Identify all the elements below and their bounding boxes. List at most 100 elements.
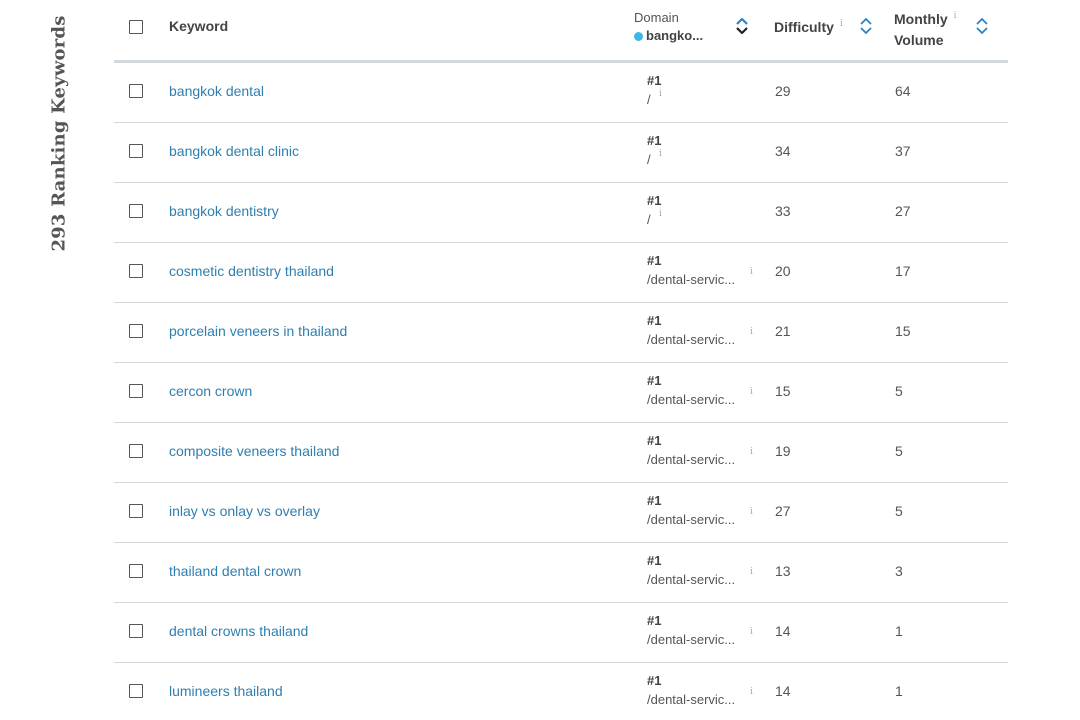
domain-name-wrap: bangko... [634,27,703,45]
row-checkbox[interactable] [129,384,143,398]
volume-sort-icon[interactable] [975,16,989,36]
ranking-url[interactable]: /dental-servic... [647,330,735,349]
row-checkbox[interactable] [129,564,143,578]
row-checkbox[interactable] [129,264,143,278]
difficulty-label: Difficulty [774,19,834,35]
volume-value: 37 [895,143,911,159]
url-info-icon[interactable]: i [750,267,753,277]
keyword-link[interactable]: bangkok dental clinic [169,143,299,159]
volume-value: 5 [895,503,903,519]
table-row: cosmetic dentistry thailand #1/dental-ser… [114,243,1008,303]
volume-value: 15 [895,323,911,339]
position-cell: #1/dental-servic... [647,311,735,349]
difficulty-value: 33 [775,203,791,219]
rank-value: #1 [647,613,662,628]
ranking-url[interactable]: /dental-servic... [647,570,735,589]
rank-value: #1 [647,253,662,268]
keyword-link[interactable]: inlay vs onlay vs overlay [169,503,320,519]
url-info-icon[interactable]: i [750,327,753,337]
position-cell: #1/dental-servic... [647,251,735,289]
difficulty-info-icon[interactable]: i [840,19,843,29]
volume-value: 1 [895,683,903,699]
url-info-icon[interactable]: i [750,687,753,697]
rank-value: #1 [647,193,662,208]
domain-dot-icon [634,31,643,41]
volume-value: 1 [895,623,903,639]
table-row: inlay vs onlay vs overlay #1/dental-servi… [114,483,1008,543]
keyword-link[interactable]: bangkok dental [169,83,264,99]
rank-value: #1 [647,373,662,388]
difficulty-value: 14 [775,623,791,639]
row-checkbox[interactable] [129,684,143,698]
volume-value: 3 [895,563,903,579]
table-row: porcelain veneers in thailand #1/dental-s… [114,303,1008,363]
ranking-keywords-title: 293 Ranking Keywords [47,15,71,251]
ranking-url[interactable]: /dental-servic... [647,510,735,529]
position-cell: #1/dental-servic... [647,551,735,589]
ranking-url[interactable]: /dental-servic... [647,450,735,469]
keyword-link[interactable]: cosmetic dentistry thailand [169,263,334,279]
rank-value: #1 [647,133,662,148]
url-info-icon[interactable]: i [750,627,753,637]
volume-value: 17 [895,263,911,279]
row-checkbox[interactable] [129,144,143,158]
url-info-icon[interactable]: i [659,149,662,159]
difficulty-value: 20 [775,263,791,279]
ranking-keywords-page: 293 Ranking Keywords Keyword Domain bang… [0,0,1080,720]
url-info-icon[interactable]: i [659,89,662,99]
keyword-link[interactable]: lumineers thailand [169,683,283,699]
table-row: composite veneers thailand #1/dental-serv… [114,423,1008,483]
difficulty-column-header[interactable]: Difficulty i [774,19,843,35]
domain-sort-icon[interactable] [735,16,749,36]
volume-label-line2: Volume [894,32,944,48]
position-cell: #1/dental-servic... [647,671,735,709]
volume-column-header[interactable]: Monthly i Volume [894,10,957,49]
position-cell: #1/dental-servic... [647,431,735,469]
table-row: bangkok dentistry #1/i 33 27 [114,183,1008,243]
row-checkbox[interactable] [129,504,143,518]
keyword-link[interactable]: cercon crown [169,383,252,399]
keyword-link[interactable]: dental crowns thailand [169,623,308,639]
difficulty-sort-icon[interactable] [859,16,873,36]
url-info-icon[interactable]: i [750,447,753,457]
url-info-icon[interactable]: i [750,387,753,397]
position-cell: #1/dental-servic... [647,371,735,409]
difficulty-value: 21 [775,323,791,339]
volume-info-icon[interactable]: i [954,11,957,21]
keywords-table: Keyword Domain bangko... Difficulty i Mo… [114,0,1008,720]
ranking-url[interactable]: /dental-servic... [647,630,735,649]
ranking-url[interactable]: /dental-servic... [647,270,735,289]
difficulty-value: 13 [775,563,791,579]
rank-value: #1 [647,313,662,328]
row-checkbox[interactable] [129,324,143,338]
row-checkbox[interactable] [129,444,143,458]
rank-value: #1 [647,433,662,448]
rank-value: #1 [647,673,662,688]
url-info-icon[interactable]: i [659,209,662,219]
table-body: bangkok dental #1/i 29 64 bangkok dental cli… [114,63,1008,720]
difficulty-value: 29 [775,83,791,99]
difficulty-value: 14 [775,683,791,699]
ranking-url[interactable]: /dental-servic... [647,690,735,709]
keyword-link[interactable]: porcelain veneers in thailand [169,323,347,339]
keyword-column-header: Keyword [169,18,229,34]
keyword-link[interactable]: thailand dental crown [169,563,301,579]
select-all-checkbox[interactable] [129,20,143,34]
difficulty-value: 27 [775,503,791,519]
keyword-link[interactable]: composite veneers thailand [169,443,339,459]
row-checkbox[interactable] [129,84,143,98]
domain-label: Domain [634,10,679,25]
row-checkbox[interactable] [129,204,143,218]
ranking-url[interactable]: /dental-servic... [647,390,735,409]
row-checkbox[interactable] [129,624,143,638]
rank-value: #1 [647,553,662,568]
url-info-icon[interactable]: i [750,567,753,577]
rank-value: #1 [647,73,662,88]
table-row: bangkok dental clinic #1/i 34 37 [114,123,1008,183]
table-row: thailand dental crown #1/dental-servic...… [114,543,1008,603]
position-cell: #1/dental-servic... [647,491,735,529]
url-info-icon[interactable]: i [750,507,753,517]
volume-value: 5 [895,443,903,459]
domain-column-header[interactable]: Domain bangko... [634,9,703,45]
keyword-link[interactable]: bangkok dentistry [169,203,279,219]
